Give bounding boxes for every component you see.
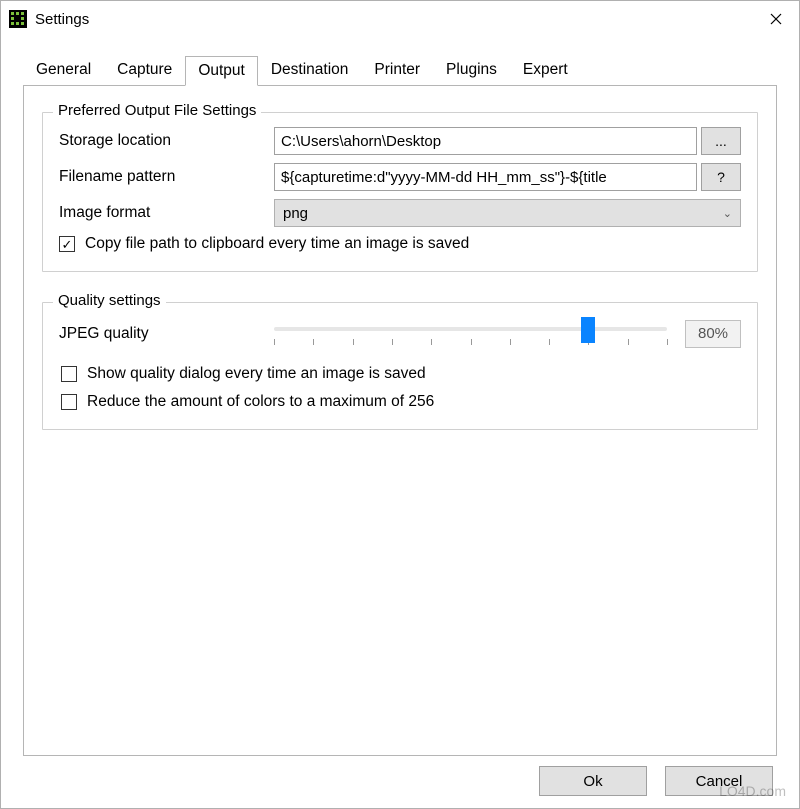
storage-location-label: Storage location xyxy=(59,132,274,150)
settings-window: Settings General Capture Output Destinat… xyxy=(0,0,800,809)
copy-clipboard-checkbox[interactable] xyxy=(59,236,75,252)
jpeg-quality-label: JPEG quality xyxy=(59,325,274,343)
image-format-value: png xyxy=(283,205,308,222)
tab-printer[interactable]: Printer xyxy=(361,55,433,85)
tab-general[interactable]: General xyxy=(23,55,104,85)
window-title: Settings xyxy=(35,11,753,28)
copy-clipboard-label: Copy file path to clipboard every time a… xyxy=(85,235,469,253)
content-area: General Capture Output Destination Print… xyxy=(1,37,799,808)
quality-settings-legend: Quality settings xyxy=(53,292,166,309)
dialog-buttons: Ok Cancel xyxy=(23,766,777,796)
image-format-label: Image format xyxy=(59,204,274,222)
app-icon xyxy=(9,10,27,28)
image-format-select[interactable]: png ⌄ xyxy=(274,199,741,227)
tab-destination[interactable]: Destination xyxy=(258,55,362,85)
browse-button[interactable]: ... xyxy=(701,127,741,155)
filename-pattern-label: Filename pattern xyxy=(59,168,274,186)
output-file-group: Preferred Output File Settings Storage l… xyxy=(42,112,758,272)
cancel-button[interactable]: Cancel xyxy=(665,766,773,796)
show-quality-dialog-label: Show quality dialog every time an image … xyxy=(87,365,426,383)
quality-settings-group: Quality settings JPEG quality xyxy=(42,302,758,430)
slider-thumb[interactable] xyxy=(581,317,595,343)
tab-plugins[interactable]: Plugins xyxy=(433,55,510,85)
tab-strip: General Capture Output Destination Print… xyxy=(23,55,777,85)
tab-capture[interactable]: Capture xyxy=(104,55,185,85)
show-quality-dialog-checkbox[interactable] xyxy=(61,366,77,382)
reduce-colors-label: Reduce the amount of colors to a maximum… xyxy=(87,393,434,411)
storage-location-input[interactable] xyxy=(274,127,697,155)
tab-expert[interactable]: Expert xyxy=(510,55,581,85)
close-button[interactable] xyxy=(753,1,799,37)
chevron-down-icon: ⌄ xyxy=(723,207,732,220)
filename-pattern-input[interactable] xyxy=(274,163,697,191)
jpeg-quality-slider[interactable] xyxy=(274,317,667,351)
close-icon xyxy=(770,13,782,25)
titlebar: Settings xyxy=(1,1,799,37)
tab-panel-output: Preferred Output File Settings Storage l… xyxy=(23,85,777,756)
tab-output[interactable]: Output xyxy=(185,56,258,86)
ok-button[interactable]: Ok xyxy=(539,766,647,796)
jpeg-quality-value: 80% xyxy=(685,320,741,348)
pattern-help-button[interactable]: ? xyxy=(701,163,741,191)
output-file-legend: Preferred Output File Settings xyxy=(53,102,261,119)
reduce-colors-checkbox[interactable] xyxy=(61,394,77,410)
